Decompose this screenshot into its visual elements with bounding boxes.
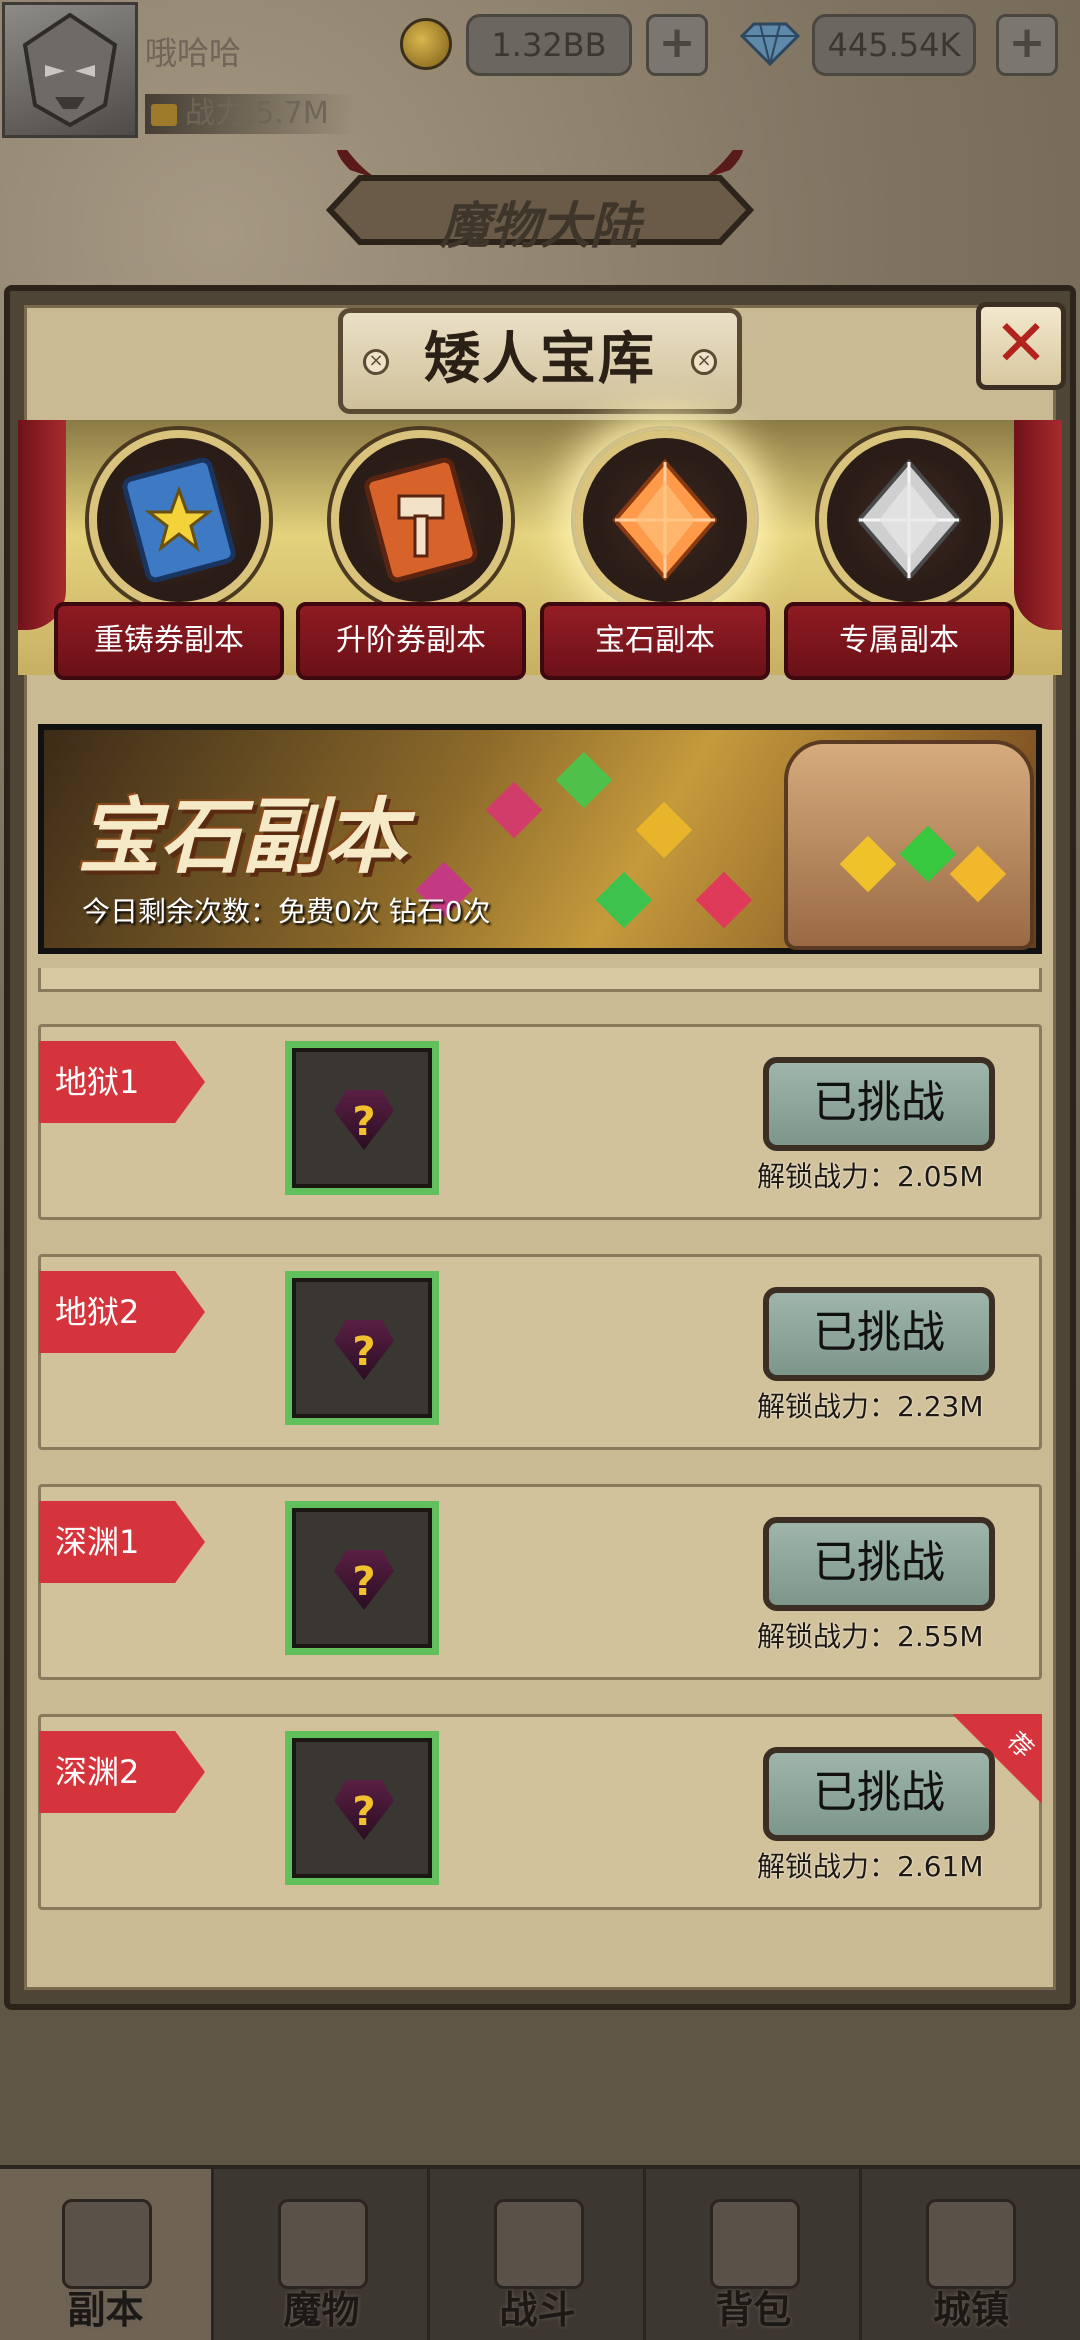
robot-face-icon — [22, 12, 118, 128]
tab-upgrade-ticket-dungeon[interactable]: 升阶券副本 — [296, 430, 536, 690]
backpack-icon — [710, 2199, 800, 2289]
yellow-gem-icon — [949, 845, 1007, 903]
gold-amount: 1.32BB — [466, 14, 632, 76]
orange-gem-icon — [612, 458, 718, 582]
challenge-button[interactable]: 已挑战 — [763, 1747, 995, 1841]
dungeon-name: 深渊1 — [39, 1501, 205, 1583]
bottom-nav: 副本 魔物 战斗 背包 城镇 — [0, 2165, 1080, 2340]
dialog-title: 矮人宝库 — [424, 327, 656, 392]
dungeon-row: 深渊1 ? 已挑战 解锁战力：2.55M — [38, 1484, 1042, 1680]
shop-building-icon — [926, 2199, 1016, 2289]
dungeon-row: 地狱2 ? 已挑战 解锁战力：2.23M — [38, 1254, 1042, 1450]
tab-gem-dungeon[interactable]: 宝石副本 — [540, 430, 780, 690]
tab-label: 重铸券副本 — [54, 602, 284, 680]
bolt-icon: × — [691, 349, 717, 375]
mystery-gem-icon: ? — [334, 1320, 394, 1380]
tab-icon-frame — [331, 430, 511, 610]
yellow-gem-icon — [635, 801, 693, 859]
nav-label: 战斗 — [499, 2288, 576, 2332]
gold-coin-icon — [400, 18, 452, 70]
nav-dungeon[interactable]: 副本 — [0, 2169, 214, 2340]
challenge-button[interactable]: 已挑战 — [763, 1287, 995, 1381]
combat-power-label: 战力:5.7M — [185, 96, 329, 131]
yellow-gem-icon — [839, 835, 897, 893]
challenge-button[interactable]: 已挑战 — [763, 1517, 995, 1611]
unlock-power: 解锁战力：2.55M — [757, 1620, 984, 1653]
treasure-chest-icon — [784, 740, 1034, 950]
combat-power: 战力:5.7M — [145, 94, 355, 134]
mystery-gem-icon: ? — [334, 1780, 394, 1840]
dungeon-row: 地狱1 ? 已挑战 解锁战力：2.05M — [38, 1024, 1042, 1220]
add-gold-button[interactable]: + — [646, 14, 708, 76]
nav-backpack[interactable]: 背包 — [648, 2169, 862, 2340]
dungeon-name: 地狱2 — [39, 1271, 205, 1353]
bolt-icon: × — [363, 349, 389, 375]
gem-dungeon-banner: 宝石副本 今日剩余次数：免费0次 钻石0次 — [38, 724, 1042, 954]
star-ticket-icon — [122, 457, 236, 583]
challenge-button[interactable]: 已挑战 — [763, 1057, 995, 1151]
crossed-swords-icon — [494, 2199, 584, 2289]
dialog-title-plate: × 矮人宝库 × — [338, 308, 742, 414]
reward-slot[interactable]: ? — [285, 1731, 439, 1885]
nav-battle[interactable]: 战斗 — [432, 2169, 646, 2340]
green-gem-icon — [555, 751, 613, 809]
unlock-power: 解锁战力：2.05M — [757, 1160, 984, 1193]
close-button[interactable]: ✕ — [976, 302, 1066, 390]
nav-monsters[interactable]: 魔物 — [216, 2169, 430, 2340]
tab-icon-frame — [819, 430, 999, 610]
hammer-ticket-icon — [364, 457, 478, 583]
diamond-icon — [739, 22, 801, 66]
red-gem-icon — [485, 781, 543, 839]
tab-label: 专属副本 — [784, 602, 1014, 680]
nav-label: 城镇 — [932, 2288, 1009, 2332]
top-bar: 哦哈哈 战力:5.7M 1.32BB + 445.54K + — [0, 0, 1080, 140]
add-diamond-button[interactable]: + — [996, 14, 1058, 76]
recommended-badge-label: 荐 — [1001, 1726, 1039, 1764]
dungeon-name: 地狱1 — [39, 1041, 205, 1123]
power-icon — [151, 103, 177, 126]
nav-label: 魔物 — [283, 2288, 360, 2332]
reward-slot[interactable]: ? — [285, 1271, 439, 1425]
nav-label: 副本 — [67, 2288, 144, 2332]
mystery-gem-icon: ? — [334, 1550, 394, 1610]
diamond-amount: 445.54K — [812, 14, 976, 76]
helmet-icon — [278, 2199, 368, 2289]
tab-icon-frame — [575, 430, 755, 610]
player-avatar[interactable] — [2, 2, 138, 138]
player-name: 哦哈哈 — [145, 34, 242, 72]
remaining-attempts: 今日剩余次数：免费0次 钻石0次 — [82, 895, 491, 928]
tab-icon-frame — [89, 430, 269, 610]
reward-slot[interactable]: ? — [285, 1041, 439, 1195]
nav-town[interactable]: 城镇 — [864, 2169, 1078, 2340]
nav-label: 背包 — [715, 2288, 792, 2332]
map-scroll-icon — [62, 2199, 152, 2289]
tab-label: 升阶券副本 — [296, 602, 526, 680]
dungeon-name: 深渊2 — [39, 1731, 205, 1813]
green-gem-icon — [899, 825, 957, 883]
dungeon-row: 荐 深渊2 ? 已挑战 解锁战力：2.61M — [38, 1714, 1042, 1910]
red-gem-icon — [695, 871, 753, 929]
unlock-power: 解锁战力：2.61M — [757, 1850, 984, 1883]
silver-gem-icon — [856, 458, 962, 582]
tab-recast-ticket-dungeon[interactable]: 重铸券副本 — [54, 430, 294, 690]
mystery-gem-icon: ? — [334, 1090, 394, 1150]
list-top-edge — [38, 968, 1042, 992]
reward-slot[interactable]: ? — [285, 1501, 439, 1655]
green-gem-icon — [595, 871, 653, 929]
map-title: 魔物大陆 — [440, 197, 640, 255]
tab-exclusive-dungeon[interactable]: 专属副本 — [784, 430, 1024, 690]
banner-title: 宝石副本 — [78, 790, 406, 885]
map-title-banner: 魔物大陆 — [320, 140, 760, 270]
tab-label: 宝石副本 — [540, 602, 770, 680]
unlock-power: 解锁战力：2.23M — [757, 1390, 984, 1423]
